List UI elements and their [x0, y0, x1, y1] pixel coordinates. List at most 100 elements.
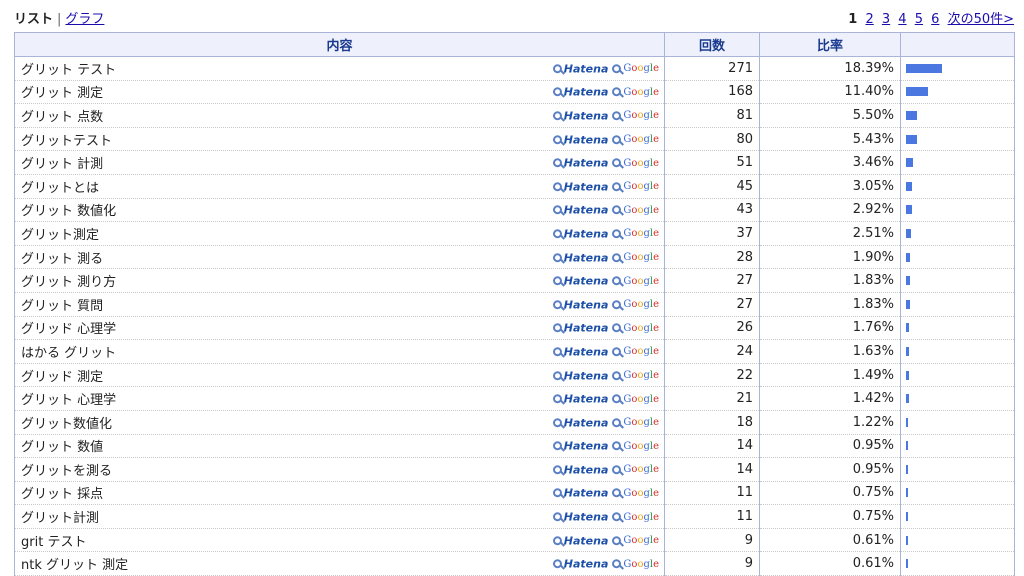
google-search-link[interactable]: Google	[612, 415, 659, 428]
hatena-search-link[interactable]: Hatena	[552, 486, 613, 500]
ratio-cell: 11.40%	[759, 80, 901, 105]
hatena-search-link[interactable]: Hatena	[552, 321, 613, 335]
magnifier-icon	[552, 535, 562, 545]
hatena-search-link[interactable]: Hatena	[552, 203, 613, 217]
hatena-search-link[interactable]: Hatena	[552, 250, 613, 264]
hatena-search-link[interactable]: Hatena	[552, 132, 613, 146]
keyword-text: はかる グリット	[21, 345, 117, 361]
magnifier-icon	[552, 276, 562, 286]
hatena-search-link[interactable]: Hatena	[552, 510, 613, 523]
google-search-link[interactable]: Google	[612, 345, 659, 358]
google-search-link[interactable]: Google	[612, 510, 659, 523]
google-logo: Google	[623, 440, 659, 452]
ratio-cell: 0.75%	[759, 481, 901, 506]
keyword-text: グリット 測る	[21, 251, 104, 267]
google-search-link[interactable]: Google	[612, 250, 659, 263]
keyword-cell: グリット 測り方 Hatena Google	[14, 268, 665, 293]
hatena-search-link[interactable]: Hatena	[552, 533, 613, 547]
keyword-cell: グリット 心理学 Hatena Google	[14, 386, 665, 411]
next-page-link[interactable]: 次の50件>	[948, 12, 1014, 27]
hatena-search-link[interactable]: Hatena	[552, 463, 613, 476]
table-body: グリット テスト Hatena Google 271 18.39% グリット 測定…	[14, 56, 1015, 576]
magnifier-icon	[612, 535, 622, 545]
google-logo: Google	[623, 63, 659, 75]
page-link-2[interactable]: 2	[865, 12, 873, 27]
magnifier-icon	[612, 441, 622, 451]
hatena-search-link[interactable]: Hatena	[552, 156, 613, 169]
google-search-link[interactable]: Google	[612, 486, 659, 499]
bar-cell	[900, 481, 1015, 506]
hatena-search-link[interactable]: Hatena	[552, 439, 613, 453]
google-search-link[interactable]: Google	[612, 368, 659, 381]
count-cell: 24	[664, 339, 760, 364]
google-search-link[interactable]: Google	[612, 321, 659, 334]
google-logo: Google	[623, 181, 659, 193]
page-link-6[interactable]: 6	[931, 12, 939, 27]
count-cell: 18	[664, 410, 760, 435]
search-links: Hatena Google	[552, 274, 659, 287]
google-logo: Google	[623, 228, 659, 240]
hatena-search-link[interactable]: Hatena	[552, 415, 613, 429]
hatena-search-link[interactable]: Hatena	[552, 85, 613, 99]
search-links: Hatena Google	[552, 557, 659, 571]
hatena-search-link[interactable]: Hatena	[552, 274, 613, 287]
google-search-link[interactable]: Google	[612, 132, 659, 145]
google-search-link[interactable]: Google	[612, 180, 659, 193]
google-logo: Google	[623, 534, 659, 546]
bar-cell	[900, 198, 1015, 223]
page-current: 1	[848, 12, 858, 27]
search-links: Hatena Google	[552, 203, 659, 217]
table-row: グリット 質問 Hatena Google 27 1.83%	[14, 292, 1015, 317]
bar-cell	[900, 150, 1015, 175]
magnifier-icon	[552, 441, 562, 451]
google-logo: Google	[623, 369, 659, 381]
page-link-3[interactable]: 3	[882, 12, 890, 27]
google-search-link[interactable]: Google	[612, 439, 659, 452]
view-switcher: リスト | グラフ	[14, 8, 104, 27]
google-search-link[interactable]: Google	[612, 463, 659, 476]
magnifier-icon	[612, 347, 622, 357]
view-graph-link[interactable]: グラフ	[65, 12, 104, 27]
google-search-link[interactable]: Google	[612, 203, 659, 216]
google-search-link[interactable]: Google	[612, 392, 659, 405]
ratio-bar	[906, 512, 908, 522]
hatena-search-link[interactable]: Hatena	[552, 180, 613, 193]
page-link-4[interactable]: 4	[898, 12, 906, 27]
google-search-link[interactable]: Google	[612, 227, 659, 240]
google-search-link[interactable]: Google	[612, 62, 659, 75]
search-links: Hatena Google	[552, 62, 659, 75]
bar-cell	[900, 80, 1015, 105]
hatena-search-link[interactable]: Hatena	[552, 368, 613, 382]
search-links: Hatena Google	[552, 486, 659, 500]
google-search-link[interactable]: Google	[612, 533, 659, 546]
google-logo: Google	[623, 204, 659, 216]
keyword-cell: グリット 測定 Hatena Google	[14, 80, 665, 105]
page-link-5[interactable]: 5	[915, 12, 923, 27]
ratio-bar	[906, 370, 909, 380]
table-row: グリット 測る Hatena Google 28 1.90%	[14, 245, 1015, 270]
bar-cell	[900, 103, 1015, 128]
table-row: グリット 数値化 Hatena Google 43 2.92%	[14, 198, 1015, 223]
hatena-search-link[interactable]: Hatena	[552, 392, 613, 405]
google-search-link[interactable]: Google	[612, 274, 659, 287]
hatena-search-link[interactable]: Hatena	[552, 62, 613, 75]
keyword-text: グリット 計測	[21, 157, 104, 173]
search-links: Hatena Google	[552, 415, 659, 429]
hatena-search-link[interactable]: Hatena	[552, 345, 613, 358]
google-search-link[interactable]: Google	[612, 85, 659, 98]
bar-cell	[900, 339, 1015, 364]
google-search-link[interactable]: Google	[612, 109, 659, 122]
bar-cell	[900, 457, 1015, 482]
hatena-search-link[interactable]: Hatena	[552, 297, 613, 311]
bar-cell	[900, 127, 1015, 152]
ratio-cell: 5.43%	[759, 127, 901, 152]
keyword-text: グリット 質問	[21, 298, 104, 314]
hatena-search-link[interactable]: Hatena	[552, 227, 613, 240]
bar-cell	[900, 504, 1015, 529]
ratio-cell: 18.39%	[759, 56, 901, 81]
magnifier-icon	[612, 299, 622, 309]
google-search-link[interactable]: Google	[612, 297, 659, 310]
hatena-search-link[interactable]: Hatena	[552, 109, 613, 122]
count-cell: 9	[664, 551, 760, 576]
google-search-link[interactable]: Google	[612, 156, 659, 169]
